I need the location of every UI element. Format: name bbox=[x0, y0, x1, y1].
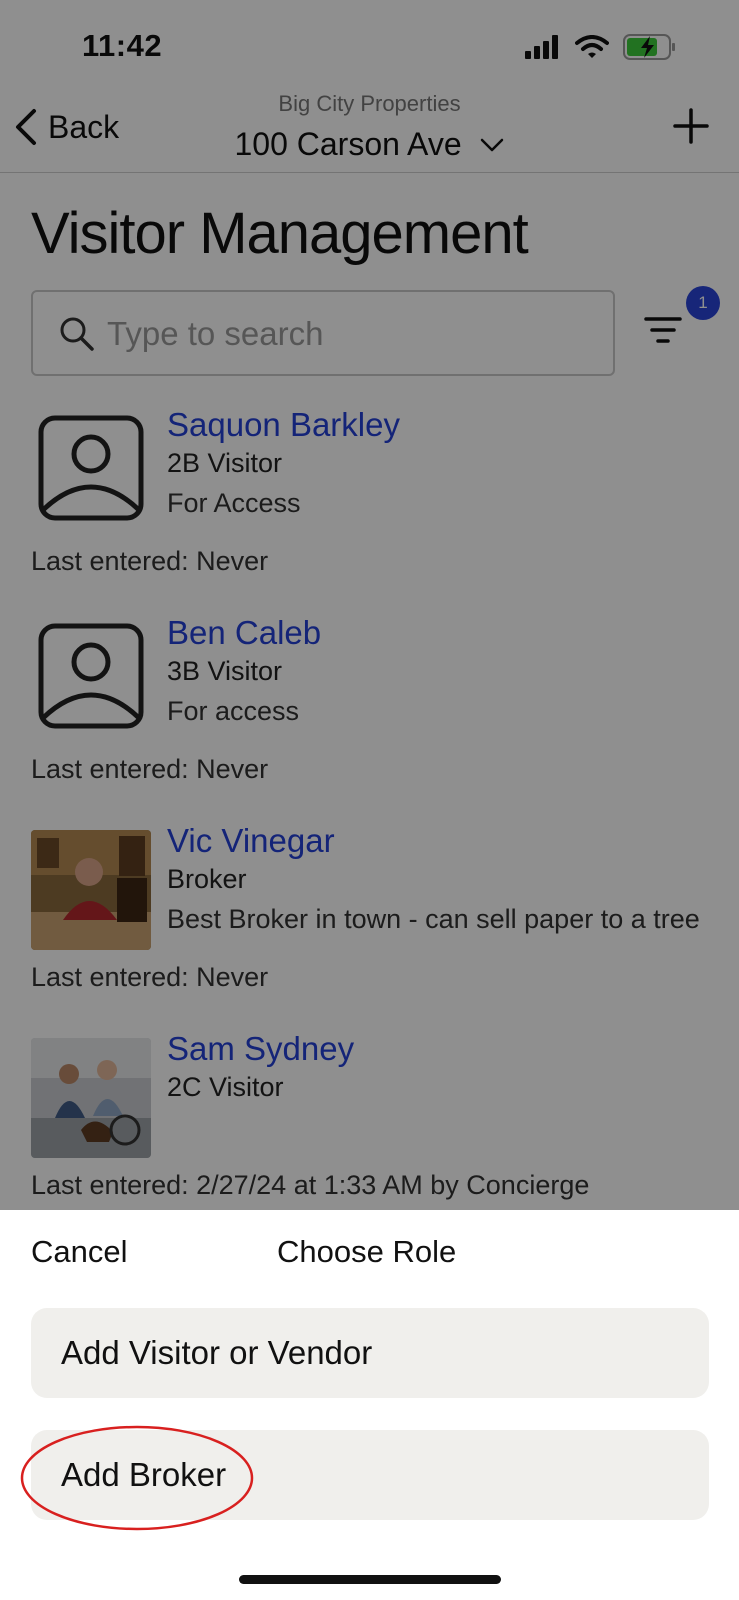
choose-role-sheet: Cancel Choose Role Add Visitor or Vendor… bbox=[0, 1210, 739, 1600]
sheet-title: Choose Role bbox=[277, 1234, 457, 1269]
add-visitor-or-vendor-button[interactable]: Add Visitor or Vendor bbox=[31, 1308, 709, 1398]
option-label: Add Visitor or Vendor bbox=[61, 1334, 373, 1371]
screen: 11:42 Back Big City Properties 100 Carso… bbox=[0, 0, 739, 1600]
cancel-button[interactable]: Cancel bbox=[31, 1234, 128, 1270]
highlight-annotation bbox=[20, 1425, 254, 1531]
modal-backdrop[interactable] bbox=[0, 0, 739, 1210]
home-indicator[interactable] bbox=[239, 1575, 501, 1584]
